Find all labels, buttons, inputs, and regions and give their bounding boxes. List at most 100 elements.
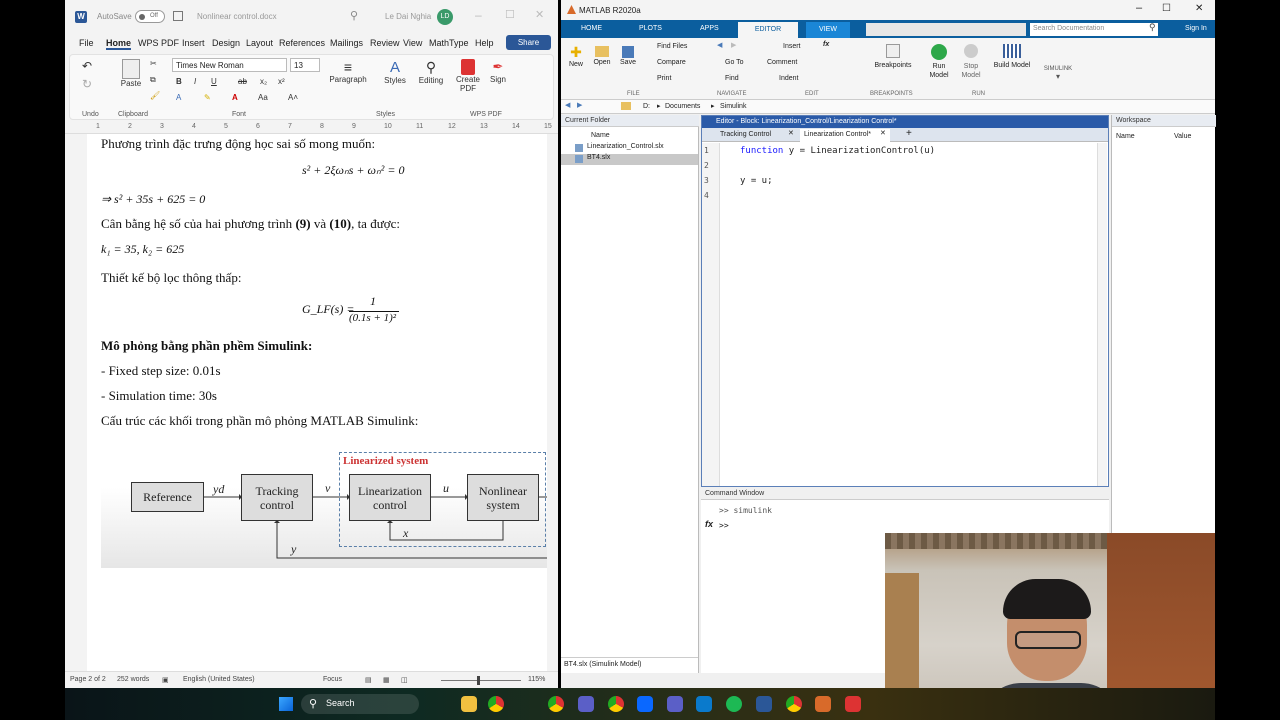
- text-effects-icon[interactable]: A: [176, 93, 181, 102]
- create-pdf-button[interactable]: Create PDF: [454, 59, 482, 93]
- avatar[interactable]: LD: [437, 9, 453, 25]
- tab-view[interactable]: View: [403, 38, 422, 48]
- spotify-icon[interactable]: [726, 696, 742, 712]
- print-layout-icon[interactable]: ▦: [383, 676, 390, 684]
- chrome-icon[interactable]: [608, 696, 624, 712]
- tab-help[interactable]: Help: [475, 38, 494, 48]
- workspace-value-column[interactable]: Value: [1174, 133, 1191, 140]
- save-icon[interactable]: [173, 11, 183, 21]
- build-model-button[interactable]: Build Model: [989, 44, 1035, 69]
- word-icon[interactable]: [756, 696, 772, 712]
- tab-editor[interactable]: EDITOR: [738, 22, 798, 38]
- document-page[interactable]: Phương trình đặc trưng động học sai số m…: [87, 134, 547, 676]
- editing-button[interactable]: ⚲ Editing: [416, 59, 446, 85]
- print-button[interactable]: Print: [657, 75, 671, 82]
- redo-icon[interactable]: ↻: [82, 77, 92, 91]
- compare-button[interactable]: Compare: [657, 59, 686, 66]
- teams-icon[interactable]: [578, 696, 594, 712]
- tab-wps-pdf[interactable]: WPS PDF: [138, 38, 179, 48]
- close-tab-icon[interactable]: ✕: [880, 129, 886, 137]
- minimize-icon[interactable]: –: [1136, 2, 1142, 14]
- tab-mailings[interactable]: Mailings: [330, 38, 363, 48]
- matlab-icon[interactable]: [815, 696, 831, 712]
- go-to-button[interactable]: Go To: [725, 59, 744, 66]
- subscript-icon[interactable]: x₂: [260, 77, 267, 86]
- tab-insert[interactable]: Insert: [182, 38, 205, 48]
- tab-references[interactable]: References: [279, 38, 325, 48]
- font-name-select[interactable]: Times New Roman: [172, 58, 287, 72]
- minimize-icon[interactable]: –: [475, 8, 482, 22]
- zoom-thumb[interactable]: [477, 676, 480, 685]
- zoom-level[interactable]: 115%: [528, 676, 545, 683]
- tab-review[interactable]: Review: [370, 38, 400, 48]
- focus-button[interactable]: Focus: [323, 676, 342, 683]
- zalo-icon[interactable]: [637, 696, 653, 712]
- tab-linearization-control[interactable]: Linearization Control*: [800, 129, 890, 142]
- tab-layout[interactable]: Layout: [246, 38, 273, 48]
- fx-icon[interactable]: fx: [705, 519, 713, 529]
- tab-home[interactable]: HOME: [581, 25, 602, 32]
- read-mode-icon[interactable]: ▤: [365, 676, 372, 684]
- indent-button[interactable]: Indent: [779, 75, 798, 82]
- sign-button[interactable]: ✒ Sign: [486, 59, 510, 84]
- file-explorer-icon[interactable]: [461, 696, 477, 712]
- insert-button[interactable]: Insert: [783, 43, 801, 50]
- grow-font-icon[interactable]: A˄: [288, 93, 298, 102]
- cut-icon[interactable]: ✂: [150, 59, 157, 68]
- name-column-header[interactable]: Name: [591, 132, 610, 139]
- file-row[interactable]: Linearization_Control.slx: [561, 143, 698, 154]
- search-icon[interactable]: ⚲: [1149, 22, 1156, 33]
- tab-mathtype[interactable]: MathType: [429, 38, 469, 48]
- back-icon[interactable]: ◀: [717, 41, 722, 49]
- tab-tracking-control[interactable]: Tracking Control: [718, 129, 798, 141]
- search-documentation-input[interactable]: Search Documentation: [1030, 23, 1158, 36]
- close-icon[interactable]: ✕: [535, 8, 544, 21]
- new-tab-icon[interactable]: +: [906, 128, 912, 139]
- workspace-name-column[interactable]: Name: [1116, 133, 1135, 140]
- forward-icon[interactable]: ▶: [731, 41, 736, 49]
- chrome-icon[interactable]: [488, 696, 504, 712]
- chrome-icon[interactable]: [548, 696, 564, 712]
- tab-home[interactable]: Home: [106, 38, 132, 50]
- editor-scrollbar[interactable]: [1097, 143, 1107, 486]
- close-tab-icon[interactable]: ✕: [788, 129, 794, 137]
- simulink-dropdown[interactable]: SIMULINK ▾: [1041, 66, 1075, 81]
- maximize-icon[interactable]: ☐: [1162, 3, 1171, 14]
- strikethrough-icon[interactable]: ab: [238, 77, 247, 86]
- web-layout-icon[interactable]: ◫: [401, 676, 408, 684]
- underline-icon[interactable]: U: [211, 77, 217, 86]
- paste-button[interactable]: Paste: [118, 59, 144, 88]
- start-icon[interactable]: [279, 697, 293, 711]
- font-color-icon[interactable]: A: [232, 93, 238, 102]
- maximize-icon[interactable]: ☐: [505, 8, 515, 21]
- zoom-slider[interactable]: [441, 680, 521, 681]
- font-size-select[interactable]: 13: [290, 58, 320, 72]
- highlight-icon[interactable]: ✎: [204, 93, 211, 102]
- fx-icon[interactable]: fx: [823, 41, 829, 48]
- share-button[interactable]: Share: [506, 35, 551, 50]
- taskbar-search[interactable]: ⚲ Search: [301, 694, 419, 714]
- file-row-selected[interactable]: BT4.slx: [561, 154, 698, 165]
- path-segment-drive[interactable]: D:: [643, 103, 650, 110]
- tab-design[interactable]: Design: [212, 38, 240, 48]
- format-painter-icon[interactable]: 🖌: [150, 91, 160, 100]
- forward-arrow-icon[interactable]: ▶: [577, 101, 582, 109]
- wps-icon[interactable]: [845, 696, 861, 712]
- comment-button[interactable]: Comment: [767, 59, 797, 66]
- proofing-icon[interactable]: ▣: [162, 676, 169, 684]
- breakpoints-button[interactable]: Breakpoints: [871, 44, 915, 69]
- italic-icon[interactable]: I: [194, 77, 196, 86]
- sign-in-link[interactable]: Sign In: [1185, 25, 1207, 32]
- close-icon[interactable]: ✕: [1195, 3, 1203, 14]
- paragraph-button[interactable]: ≡ Paragraph: [328, 59, 368, 84]
- tab-file[interactable]: File: [79, 38, 94, 48]
- path-segment-documents[interactable]: Documents: [665, 103, 700, 110]
- bold-icon[interactable]: B: [176, 77, 182, 86]
- tab-plots[interactable]: PLOTS: [639, 25, 662, 32]
- save-button[interactable]: Save: [617, 44, 639, 66]
- new-button[interactable]: ✚ New: [565, 44, 587, 68]
- language[interactable]: English (United States): [183, 676, 255, 683]
- autosave-toggle[interactable]: Off: [135, 10, 165, 23]
- tab-apps[interactable]: APPS: [700, 25, 719, 32]
- chrome-icon[interactable]: [786, 696, 802, 712]
